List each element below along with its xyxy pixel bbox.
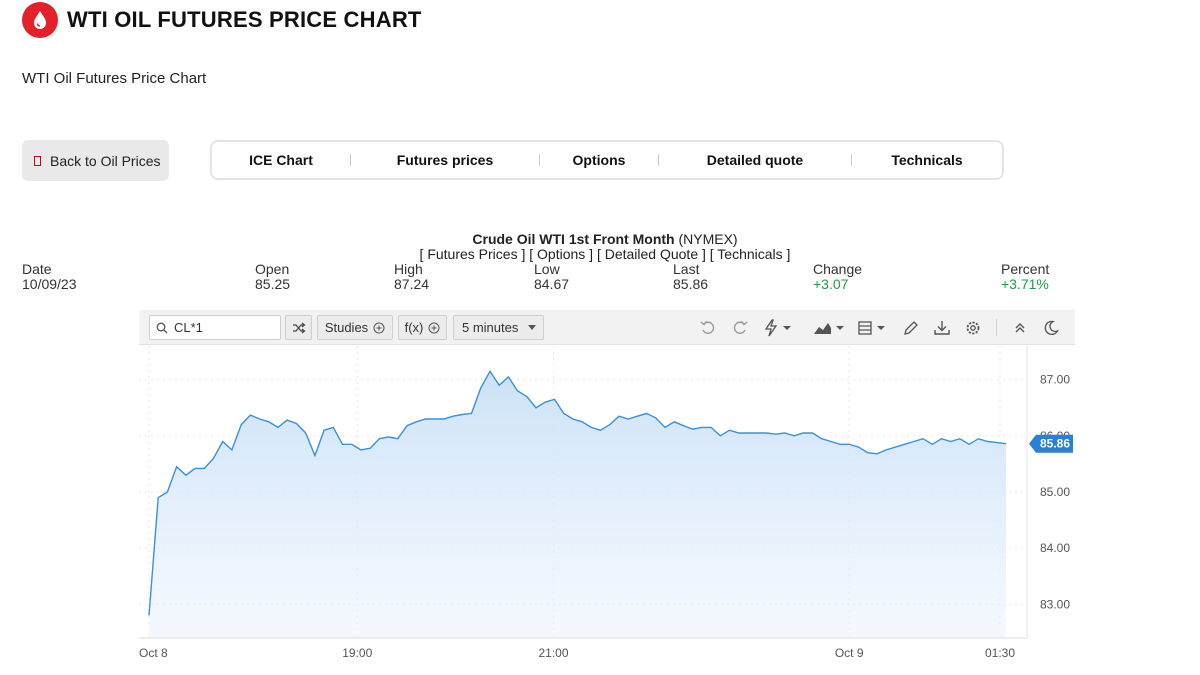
- quote-value: 10/09/23: [22, 276, 77, 292]
- tab-technicals[interactable]: Technicals: [852, 152, 1002, 168]
- moon-icon[interactable]: [1042, 319, 1060, 337]
- collapse-icon[interactable]: [1011, 319, 1029, 337]
- toolbar-divider: [996, 319, 997, 336]
- shuffle-icon: [292, 322, 305, 333]
- exchange-name: (NYMEX): [678, 231, 738, 247]
- tab-detailed-quote[interactable]: Detailed quote: [659, 152, 851, 168]
- page-header: WTI OIL FUTURES PRICE CHART: [22, 2, 422, 38]
- area-chart-icon[interactable]: [813, 319, 845, 337]
- bolt-icon[interactable]: [763, 319, 793, 337]
- compare-button[interactable]: [285, 315, 312, 340]
- studies-button[interactable]: Studies: [317, 315, 393, 340]
- redo-icon[interactable]: [731, 319, 749, 337]
- search-icon: [156, 322, 168, 333]
- tab-ice-chart[interactable]: ICE Chart: [212, 152, 350, 168]
- page-title: WTI OIL FUTURES PRICE CHART: [67, 7, 422, 32]
- plus-circle-icon: [428, 322, 440, 333]
- quote-label: High: [394, 261, 423, 277]
- functions-label: f(x): [404, 320, 424, 335]
- x-tick-label: Oct 8: [139, 646, 168, 660]
- quote-date: Date 10/09/23: [22, 262, 77, 292]
- studies-label: Studies: [324, 320, 369, 335]
- symbol-search-input[interactable]: CL*1: [149, 315, 281, 340]
- instrument-name: Crude Oil WTI 1st Front Month: [472, 231, 675, 247]
- quote-value: 85.86: [673, 276, 709, 292]
- price-chart[interactable]: 87.0086.0085.0084.0083.00 Oct 819:0021:0…: [139, 346, 1075, 675]
- quote-value: 84.67: [534, 276, 570, 292]
- interval-label: 5 minutes: [462, 320, 519, 335]
- symbol-value: CL*1: [174, 320, 203, 335]
- gear-icon[interactable]: [964, 319, 982, 337]
- oil-drop-icon: [22, 2, 58, 38]
- page-subtitle: WTI Oil Futures Price Chart: [22, 70, 207, 87]
- download-icon[interactable]: [933, 319, 951, 337]
- back-to-oil-prices-button[interactable]: Back to Oil Prices: [22, 140, 169, 181]
- chart-tabs: ICE Chart Futures prices Options Detaile…: [210, 140, 1004, 180]
- interval-select[interactable]: 5 minutes: [453, 315, 544, 340]
- quote-value: 85.25: [255, 276, 291, 292]
- quote-last: Last 85.86: [673, 262, 708, 292]
- quote-percent: Percent +3.71%: [1001, 262, 1049, 292]
- quote-value: 87.24: [394, 276, 430, 292]
- quote-change: Change +3.07: [813, 262, 862, 292]
- chart-toolbar: CL*1 Studies f(x) 5 minutes: [139, 310, 1075, 345]
- quote-high: High 87.24: [394, 262, 429, 292]
- undo-icon[interactable]: [699, 319, 717, 337]
- quote-open: Open 85.25: [255, 262, 290, 292]
- quote-label: Low: [534, 261, 560, 277]
- template-icon[interactable]: [857, 319, 887, 337]
- quote-label: Date: [22, 261, 52, 277]
- quote-label: Open: [255, 261, 290, 277]
- quote-links[interactable]: [ Futures Prices ] [ Options ] [ Detaile…: [0, 246, 1200, 262]
- quote-label: Last: [673, 261, 700, 277]
- quote-value: +3.07: [813, 276, 849, 292]
- back-button-label: Back to Oil Prices: [50, 152, 161, 169]
- y-tick-label: 83.00: [1040, 597, 1070, 611]
- functions-button[interactable]: f(x): [398, 315, 447, 340]
- back-icon: [34, 155, 41, 166]
- quote-title: Crude Oil WTI 1st Front Month (NYMEX): [0, 231, 1200, 247]
- x-tick-label: 21:00: [538, 646, 568, 660]
- tab-options[interactable]: Options: [540, 152, 658, 168]
- x-tick-label: Oct 9: [835, 646, 864, 660]
- quote-label: Percent: [1001, 261, 1050, 277]
- x-tick-label: 01:30: [985, 646, 1015, 660]
- y-tick-label: 87.00: [1040, 373, 1070, 387]
- quote-low: Low 84.67: [534, 262, 569, 292]
- tab-futures-prices[interactable]: Futures prices: [351, 152, 539, 168]
- quote-label: Change: [813, 261, 863, 277]
- chart-widget: CL*1 Studies f(x) 5 minutes 87.00 85.00 …: [139, 310, 1075, 675]
- quote-value: +3.71%: [1001, 276, 1049, 292]
- y-tick-label: 84.00: [1040, 541, 1070, 555]
- x-tick-label: 19:00: [342, 646, 372, 660]
- last-price-label: 85.86: [1040, 437, 1070, 451]
- plus-circle-icon: [373, 322, 385, 333]
- chevron-down-icon: [528, 325, 537, 330]
- pencil-icon[interactable]: [902, 319, 920, 337]
- y-tick-label: 85.00: [1040, 485, 1070, 499]
- price-area: [149, 371, 1006, 638]
